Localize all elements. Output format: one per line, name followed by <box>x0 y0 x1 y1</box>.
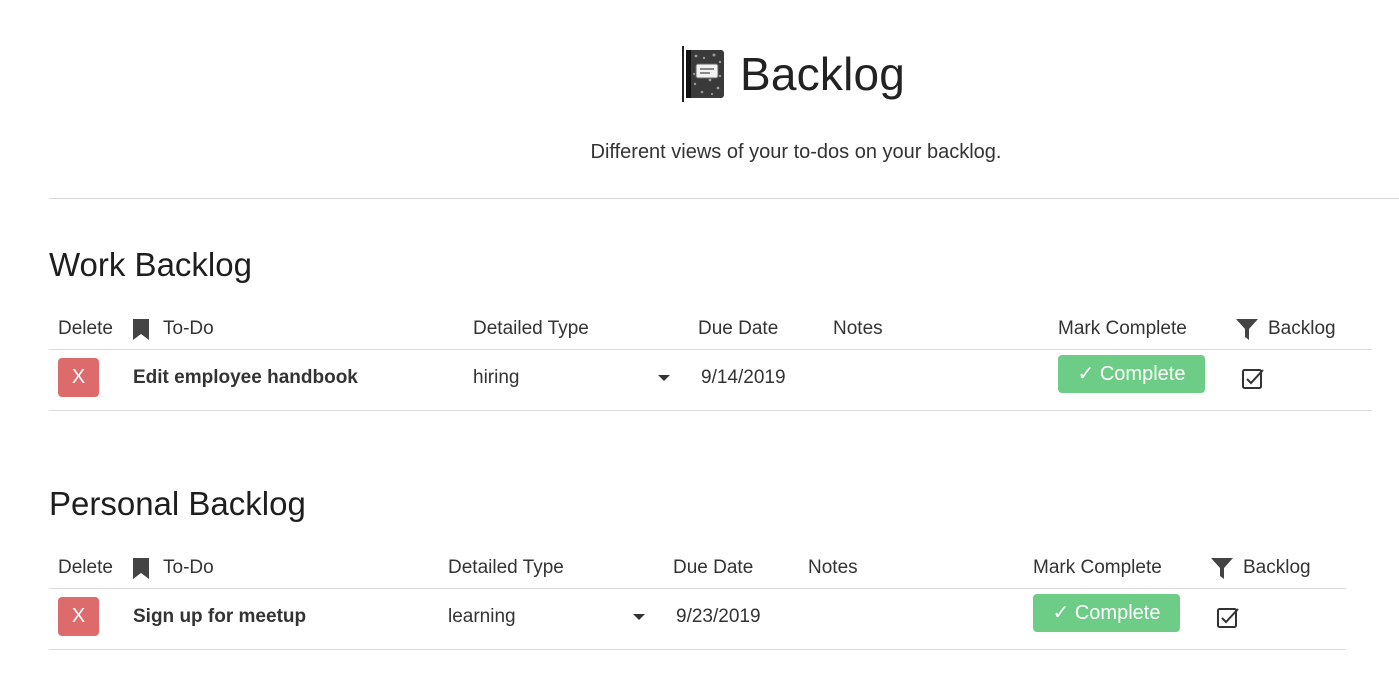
checked-checkbox-icon[interactable] <box>1216 606 1240 630</box>
due-date-value[interactable]: 9/14/2019 <box>701 350 786 410</box>
column-header-mark-complete[interactable]: Mark Complete <box>1058 309 1187 349</box>
column-header-due-date[interactable]: Due Date <box>673 548 753 588</box>
column-header-todo[interactable]: To-Do <box>163 548 214 588</box>
page-subtitle: Different views of your to-dos on your b… <box>590 141 1002 163</box>
column-header-detailed-type[interactable]: Detailed Type <box>448 548 564 588</box>
column-header-detailed-type[interactable]: Detailed Type <box>473 309 589 349</box>
due-date-value[interactable]: 9/23/2019 <box>676 589 761 649</box>
page-title: Backlog <box>740 48 906 100</box>
column-header-due-date[interactable]: Due Date <box>698 309 778 349</box>
column-header-notes[interactable]: Notes <box>808 548 858 588</box>
section-title: Work Backlog <box>49 246 252 283</box>
title-row: Backlog <box>682 44 905 104</box>
filter-icon <box>1211 558 1233 579</box>
page-header: Backlog Different views of your to-dos o… <box>0 0 1399 200</box>
detailed-type-value[interactable]: hiring <box>473 350 519 410</box>
composition-notebook-icon <box>682 46 724 102</box>
dropdown-caret-icon[interactable] <box>633 614 645 620</box>
table-header: Delete To-Do Detailed Type Due Date Note… <box>49 548 1346 589</box>
filter-icon <box>1236 319 1258 340</box>
bookmark-icon <box>133 319 149 340</box>
column-header-delete[interactable]: Delete <box>58 548 116 588</box>
column-header-backlog[interactable]: Backlog <box>1268 309 1336 349</box>
section-title: Personal Backlog <box>49 485 306 522</box>
table-row: X Sign up for meetup learning 9/23/2019 … <box>49 589 1346 650</box>
complete-button[interactable]: ✓ Complete <box>1058 355 1205 393</box>
checked-checkbox-icon[interactable] <box>1241 367 1265 391</box>
column-header-notes[interactable]: Notes <box>833 309 883 349</box>
todo-title[interactable]: Edit employee handbook <box>133 350 358 410</box>
detailed-type-value[interactable]: learning <box>448 589 516 649</box>
column-header-todo[interactable]: To-Do <box>163 309 214 349</box>
column-header-delete[interactable]: Delete <box>58 309 116 349</box>
delete-button[interactable]: X <box>58 597 99 636</box>
table-header: Delete To-Do Detailed Type Due Date Note… <box>49 309 1372 350</box>
column-header-mark-complete[interactable]: Mark Complete <box>1033 548 1162 588</box>
complete-button[interactable]: ✓ Complete <box>1033 594 1180 632</box>
dropdown-caret-icon[interactable] <box>658 375 670 381</box>
bookmark-icon <box>133 558 149 579</box>
todo-title[interactable]: Sign up for meetup <box>133 589 306 649</box>
header-divider <box>49 198 1399 199</box>
table-row: X Edit employee handbook hiring 9/14/201… <box>49 350 1372 411</box>
column-header-backlog[interactable]: Backlog <box>1243 548 1311 588</box>
delete-button[interactable]: X <box>58 358 99 397</box>
